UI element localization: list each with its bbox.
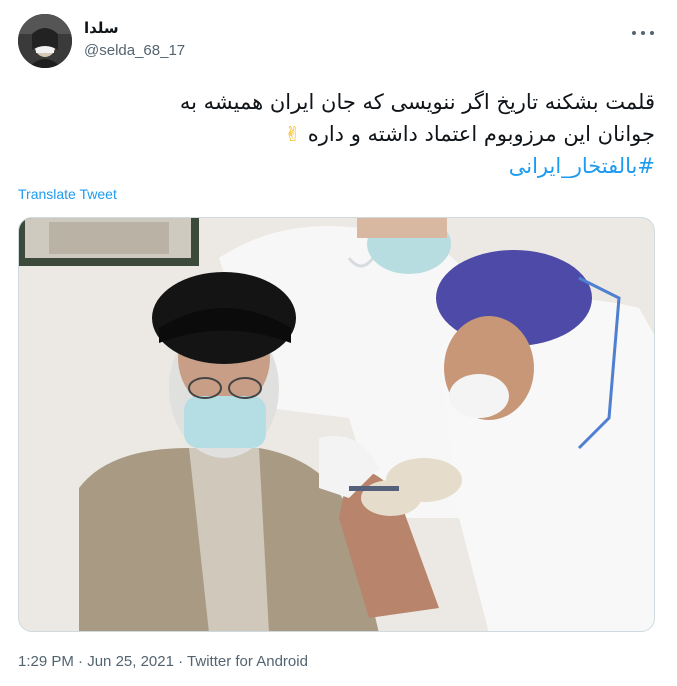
vaccination-photo	[19, 218, 654, 631]
tweet-text: قلمت بشکنه تاریخ اگر ننویسی که جان ایران…	[15, 86, 655, 182]
tweet-date[interactable]: Jun 25, 2021	[87, 653, 174, 670]
display-name[interactable]: سلدا	[84, 18, 185, 38]
more-options-button[interactable]	[632, 24, 654, 42]
translate-tweet-link[interactable]: Translate Tweet	[18, 186, 117, 202]
user-handle[interactable]: @selda_68_17	[84, 40, 185, 62]
more-dot-icon	[641, 31, 645, 35]
meta-separator: ·	[73, 653, 88, 670]
tweet-text-line-2-text: جوانان این مرزوبوم اعتماد داشته و داره	[307, 122, 655, 146]
more-dot-icon	[650, 31, 654, 35]
tweet-time[interactable]: 1:29 PM	[18, 653, 74, 670]
tweet-header: سلدا @selda_68_17	[18, 14, 658, 70]
more-dot-icon	[632, 31, 636, 35]
tweet-text-line-2: جوانان این مرزوبوم اعتماد داشته و داره ✌	[15, 118, 655, 150]
meta-separator: ·	[173, 653, 188, 670]
avatar[interactable]	[18, 14, 72, 68]
victory-hand-icon: ✌	[284, 122, 301, 146]
avatar-photo	[18, 14, 72, 68]
tweet-source[interactable]: Twitter for Android	[187, 653, 308, 670]
hashtag-link[interactable]: #بالفتخار_ایرانی	[509, 154, 655, 178]
tweet-metadata: 1:29 PM · Jun 25, 2021 · Twitter for And…	[18, 653, 308, 670]
tweet-text-line-1: قلمت بشکنه تاریخ اگر ننویسی که جان ایران…	[179, 90, 655, 114]
user-names: سلدا @selda_68_17	[84, 18, 185, 62]
tweet-photo[interactable]	[18, 217, 655, 632]
tweet-text-line-3: #بالفتخار_ایرانی	[15, 150, 655, 182]
